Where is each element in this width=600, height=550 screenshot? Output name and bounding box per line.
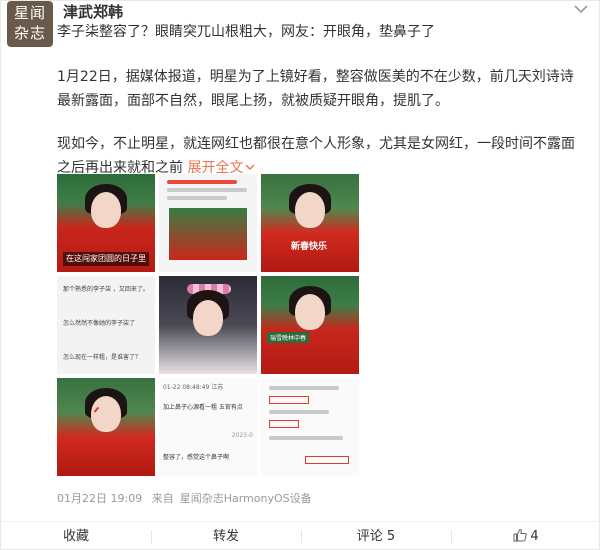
avatar[interactable]: 星闻杂志 — [7, 1, 53, 47]
user-name[interactable]: 津武郑韩 — [63, 1, 123, 22]
post-paragraph-2-text: 现如今，不止明星，就连网红也都很在意个人形象，尤其是女网红，一段时间不露面之后再… — [57, 136, 575, 176]
image-thumbnail[interactable]: 在这闯家团圆的日子里 — [57, 174, 155, 272]
face-shape — [295, 192, 325, 228]
text-line — [167, 196, 227, 200]
comment-button[interactable]: 评论 5 — [301, 522, 451, 550]
face-shape — [193, 300, 223, 336]
text-line — [269, 410, 329, 414]
thumbs-up-icon — [513, 528, 528, 542]
post-paragraph-1: 1月22日，据媒体报道，明星为了上镜好看，整容做医美的不在少数，前几天刘诗诗最新… — [57, 69, 574, 109]
text-line — [167, 180, 237, 184]
image-thumbnail[interactable] — [159, 276, 257, 374]
favorite-label: 收藏 — [62, 529, 89, 544]
face-shape — [91, 396, 121, 432]
comment-text: 加上鼻子心源看一粗 五官有点 — [163, 404, 243, 411]
image-thumbnail[interactable] — [57, 378, 155, 476]
image-caption: 新春快乐 — [291, 242, 328, 252]
image-caption: 瑞雪晚林中春 — [267, 332, 310, 343]
source-prefix: 来自 — [151, 492, 174, 505]
avatar-logo-text: 星闻杂志 — [13, 4, 46, 42]
repost-button[interactable]: 转发 — [151, 522, 301, 550]
comment-label: 评论 5 — [356, 529, 396, 544]
post-source: 星闻杂志HarmonyOS设备 — [179, 492, 312, 505]
post-date[interactable]: 01月22日 19:09 — [57, 492, 142, 505]
image-thumbnail[interactable]: 那个熟悉的李子柒 ，又回来了。 怎么然然不像她的李子柒了 怎么现在一样粗，是谁害… — [57, 276, 155, 374]
post-meta: 01月22日 19:09 来自 星闻杂志HarmonyOS设备 — [57, 490, 318, 506]
action-bar: 收藏 转发 评论 5 4 — [1, 521, 600, 550]
chevron-down-icon — [245, 164, 255, 170]
comment-text: 那个熟悉的李子柒 ，又回来了。 — [63, 286, 149, 293]
comment-text: 怎么然然不像她的李子柒了 — [63, 320, 136, 327]
highlight-box — [269, 396, 309, 404]
post-title: 李子柒整容了？眼睛突兀山根粗大，网友：开眼角，垫鼻子了 — [57, 24, 435, 40]
face-shape — [295, 294, 325, 330]
weibo-post-card: 星闻杂志 津武郑韩 李子柒整容了？眼睛突兀山根粗大，网友：开眼角，垫鼻子了 1月… — [0, 0, 600, 550]
image-thumbnail[interactable]: 新春快乐 — [261, 174, 359, 272]
text-line — [167, 188, 247, 192]
text-line — [269, 436, 343, 440]
favorite-button[interactable]: 收藏 — [1, 522, 151, 550]
highlight-box — [305, 456, 349, 464]
image-thumbnail[interactable] — [159, 174, 257, 272]
like-button[interactable]: 4 — [451, 522, 600, 550]
comment-text: 整容了，感觉这个鼻子啊 — [163, 454, 230, 461]
image-thumbnail[interactable]: 01-22 08:48:49 江苏 加上鼻子心源看一粗 五官有点 2023-0 … — [159, 378, 257, 476]
face-shape — [91, 192, 121, 228]
image-thumbnail[interactable] — [261, 378, 359, 476]
comment-date: 2023-0 — [231, 432, 253, 439]
like-count: 4 — [530, 529, 539, 544]
comment-timestamp: 01-22 08:48:49 江苏 — [163, 384, 224, 391]
chevron-down-icon[interactable] — [573, 3, 589, 15]
post-paragraph-2: 现如今，不止明星，就连网红也都很在意个人形象，尤其是女网红，一段时间不露面之后再… — [57, 132, 587, 180]
image-caption: 在这闯家团圆的日子里 — [63, 252, 149, 266]
image-thumbnail[interactable]: 瑞雪晚林中春 — [261, 276, 359, 374]
text-line — [269, 386, 339, 390]
embedded-photo — [169, 208, 247, 260]
image-grid: 在这闯家团圆的日子里 新春快乐 那个熟悉的李子柒 ，又回来了。 怎么然然不像她的… — [57, 174, 361, 478]
repost-label: 转发 — [212, 529, 239, 544]
highlight-box — [269, 420, 299, 428]
comment-text: 怎么现在一样粗，是谁害了？ — [63, 354, 142, 361]
